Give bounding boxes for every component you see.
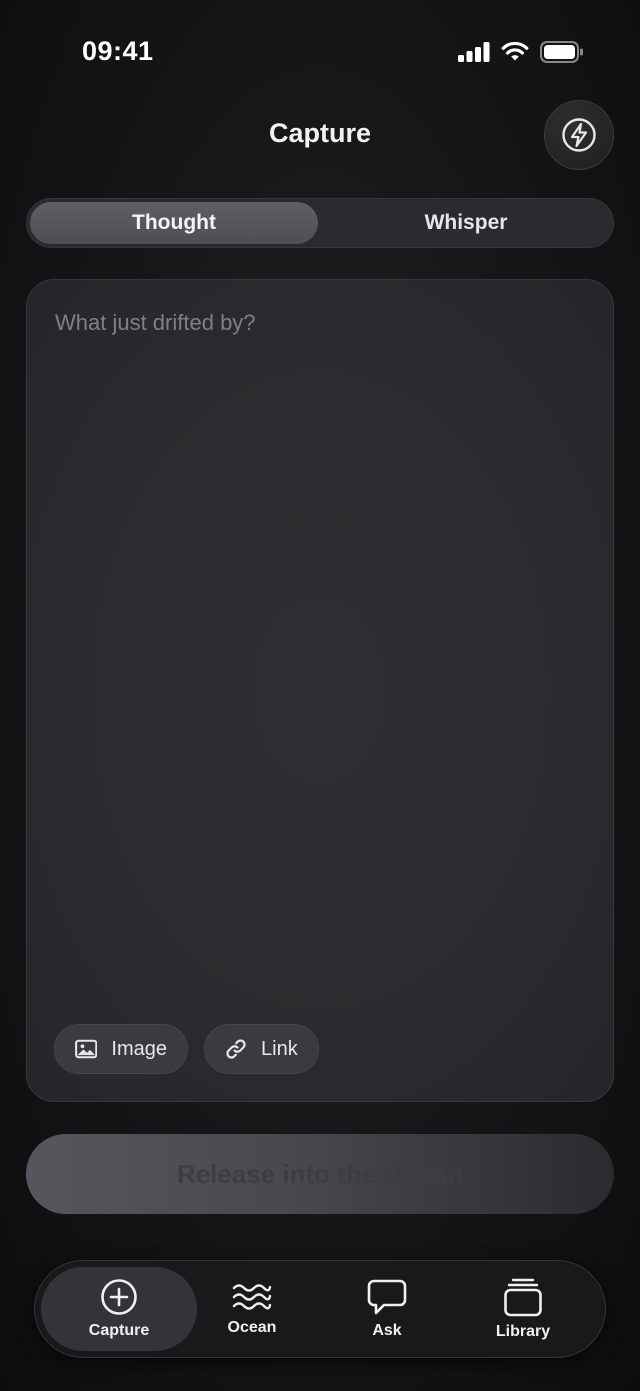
tab-library-label: Library [495, 1323, 551, 1340]
cellular-signal-icon [458, 42, 490, 62]
status-time: 09:41 [82, 36, 154, 66]
tab-ask[interactable]: Ask [335, 1267, 439, 1351]
tab-library[interactable]: Library [471, 1267, 575, 1351]
tab-bar: Capture Ocean Ask Library [34, 1260, 606, 1358]
lightning-icon [562, 118, 596, 152]
status-bar: 09:41 [0, 0, 640, 100]
quick-capture-button[interactable] [544, 100, 614, 170]
stack-icon [504, 1278, 542, 1317]
tab-ask-label: Ask [372, 1322, 402, 1339]
waves-icon [232, 1284, 272, 1310]
thought-text-area[interactable]: What just drifted by? Image Link [26, 279, 614, 1102]
image-icon [75, 1039, 98, 1059]
battery-icon [540, 41, 583, 63]
composer-placeholder: What just drifted by? [55, 310, 256, 335]
chat-bubble-icon [367, 1279, 407, 1315]
tab-ocean-label: Ocean [227, 1319, 277, 1336]
wifi-icon [501, 41, 529, 61]
attach-link-button[interactable]: Link [204, 1024, 319, 1074]
tab-ocean[interactable]: Ocean [201, 1267, 303, 1351]
plus-circle-icon [101, 1279, 137, 1315]
attach-image-label: Image [111, 1037, 167, 1060]
attach-link-label: Link [261, 1037, 298, 1060]
release-button[interactable]: Release into the Ocean [26, 1134, 614, 1214]
attach-image-button[interactable]: Image [54, 1024, 188, 1074]
tab-capture[interactable]: Capture [41, 1267, 197, 1351]
link-icon [226, 1039, 246, 1059]
mode-segmented-control: Thought Whisper [26, 198, 614, 248]
segment-whisper[interactable]: Whisper [321, 202, 611, 244]
tab-capture-label: Capture [88, 1322, 150, 1339]
segment-thought[interactable]: Thought [30, 202, 318, 244]
